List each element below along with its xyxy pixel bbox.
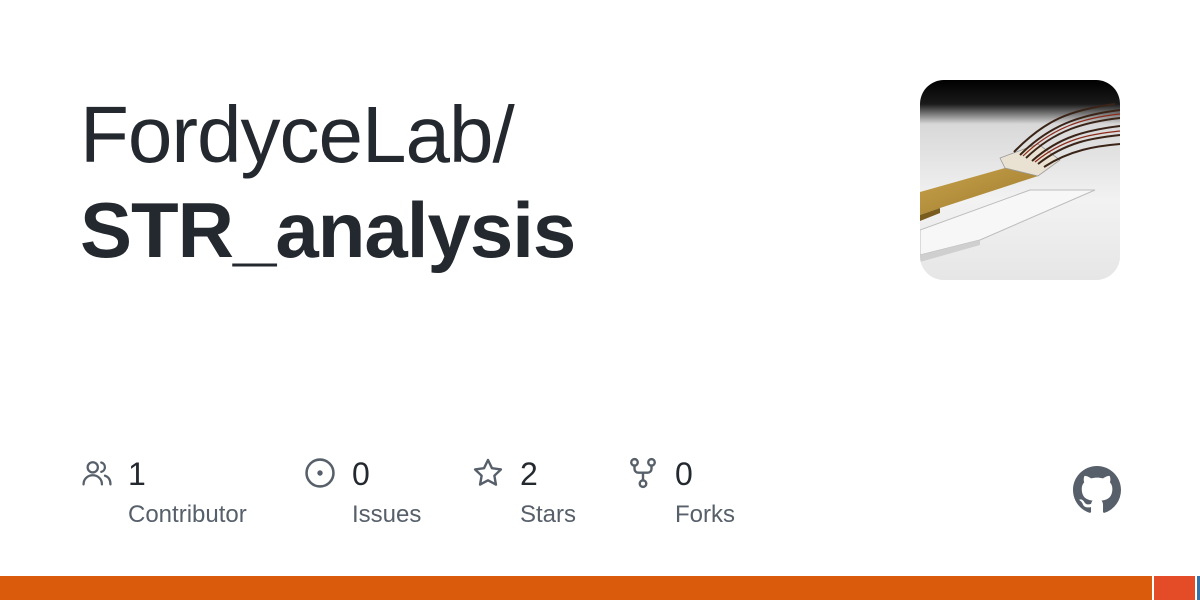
contributors-icon bbox=[82, 461, 112, 486]
issue-icon bbox=[305, 458, 335, 488]
stat-contributors-label: Contributor bbox=[128, 501, 247, 528]
repo-name[interactable]: STR_analysis bbox=[80, 182, 576, 278]
star-icon bbox=[473, 458, 503, 486]
stat-forks-label: Forks bbox=[675, 501, 735, 528]
stat-forks-value: 0 bbox=[675, 456, 693, 492]
stat-issues-value: 0 bbox=[352, 456, 370, 492]
stat-stars-label: Stars bbox=[520, 501, 577, 528]
fork-icon bbox=[630, 457, 656, 489]
github-logo-icon[interactable] bbox=[1073, 466, 1121, 514]
language-bar bbox=[0, 576, 1200, 600]
stat-issues-label: Issues bbox=[352, 501, 422, 528]
language-segment bbox=[0, 576, 1152, 600]
language-segment bbox=[1152, 576, 1196, 600]
language-segment bbox=[1195, 576, 1200, 600]
stat-contributors-value: 1 bbox=[128, 456, 146, 492]
owner-avatar bbox=[920, 80, 1120, 280]
repo-owner[interactable]: FordyceLab/ bbox=[80, 88, 515, 182]
stat-stars-value: 2 bbox=[520, 456, 538, 492]
microfluidic-device-image bbox=[920, 80, 1120, 280]
